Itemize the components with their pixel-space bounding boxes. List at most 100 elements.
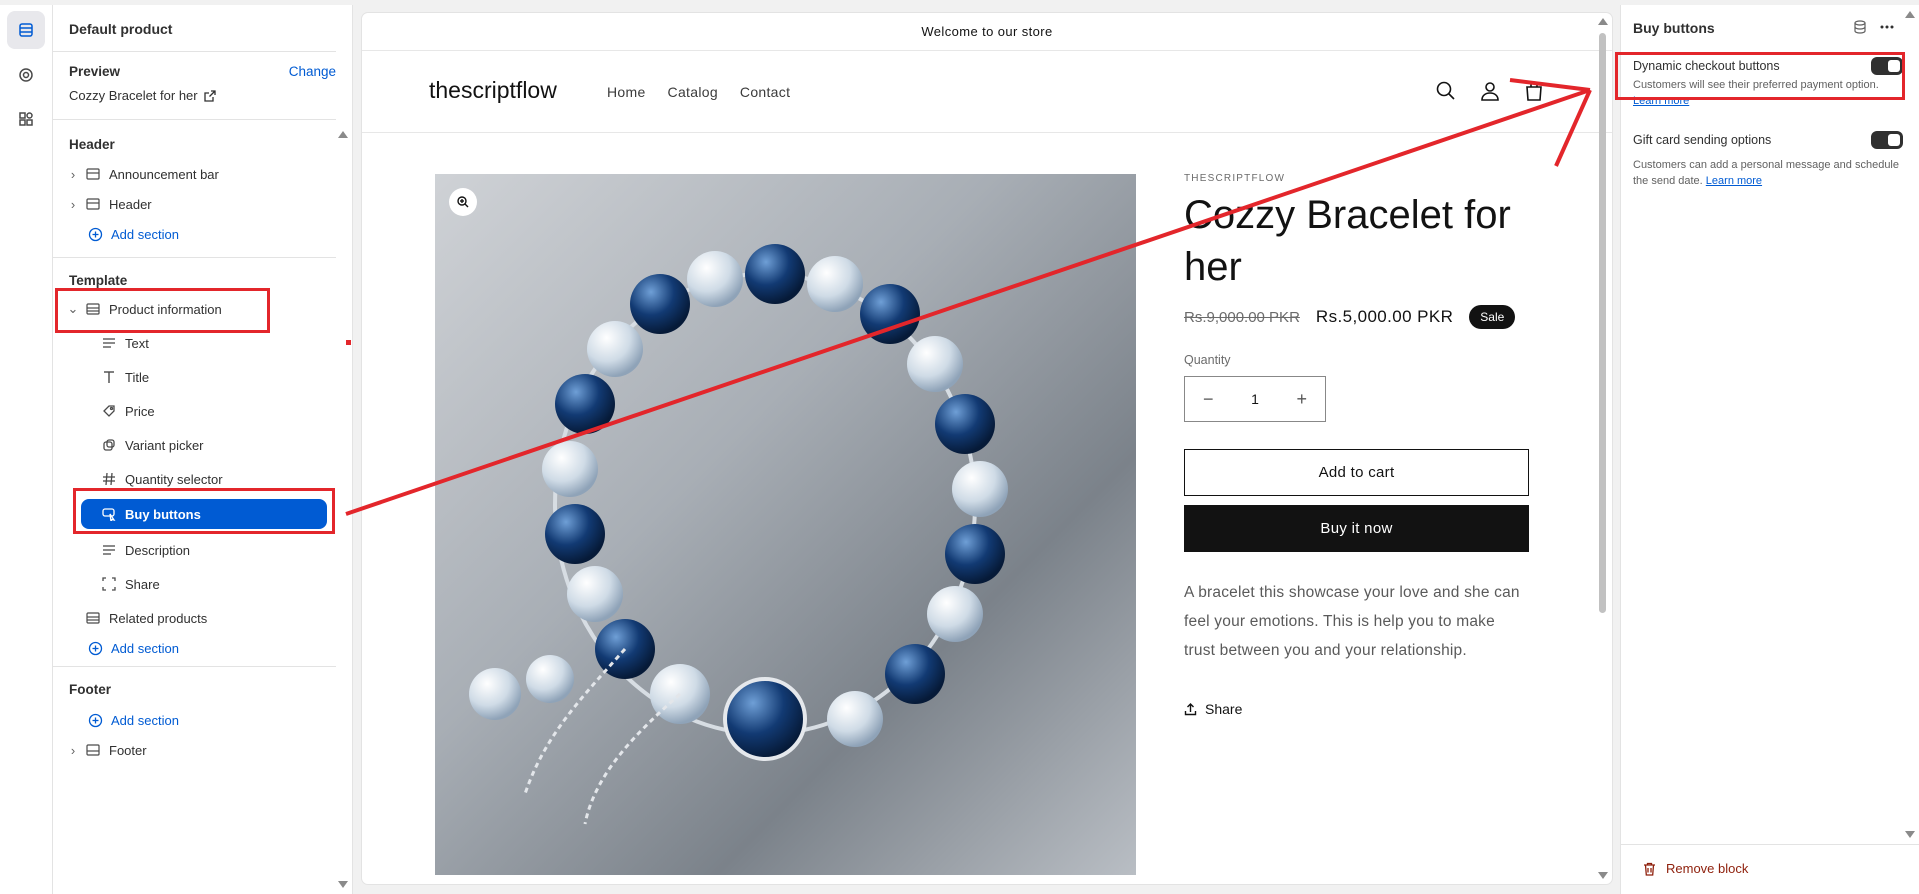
template-group-title: Template (69, 273, 128, 288)
settings-footer: Remove block (1621, 844, 1919, 894)
section-icon (85, 742, 101, 758)
preview-scroll-down[interactable] (1598, 872, 1608, 879)
preview-product[interactable]: Cozzy Bracelet for her (69, 88, 216, 103)
announcement-bar: Welcome to our store (362, 13, 1612, 51)
add-section-label: Add section (111, 640, 179, 656)
block-share[interactable]: Share (101, 569, 160, 599)
dynamic-checkout-toggle[interactable] (1871, 57, 1903, 75)
price-tag-icon (101, 403, 117, 419)
title-t-icon (101, 369, 117, 385)
price-row: Rs.9,000.00 PKR Rs.5,000.00 PKR Sale (1184, 305, 1516, 329)
sections-sidebar: Default product Preview Change Cozzy Bra… (53, 5, 353, 894)
block-label: Description (125, 542, 191, 558)
preview-product-name: Cozzy Bracelet for her (69, 88, 198, 103)
store-header: thescriptflow Home Catalog Contact (362, 51, 1612, 133)
block-settings-panel: Buy buttons Dynamic checkout buttons Cus… (1620, 5, 1919, 894)
section-product-information[interactable]: ⌄ Product information (67, 294, 222, 324)
add-section-header-button[interactable]: Add section (87, 219, 179, 249)
sidebar-scroll-down[interactable] (338, 881, 348, 888)
account-icon[interactable] (1478, 79, 1502, 103)
zoom-icon[interactable] (449, 188, 477, 216)
block-label: Quantity selector (125, 471, 223, 487)
remove-block-button[interactable]: Remove block (1643, 861, 1748, 876)
search-icon[interactable] (1434, 79, 1458, 103)
nav-contact[interactable]: Contact (740, 84, 790, 100)
add-section-template-button[interactable]: Add section (87, 633, 179, 663)
external-link-icon (203, 89, 216, 102)
change-preview-link[interactable]: Change (289, 64, 336, 79)
product-vendor: THESCRIPTFLOW (1184, 173, 1286, 184)
section-related-products[interactable]: Related products (85, 603, 207, 633)
more-options-icon[interactable] (1879, 20, 1895, 39)
add-section-label: Add section (111, 226, 179, 242)
add-section-label: Add section (111, 712, 179, 728)
preview-label: Preview (69, 64, 121, 79)
store-preview: Welcome to our store thescriptflow Home … (362, 13, 1612, 884)
settings-scroll-up[interactable] (1905, 11, 1915, 18)
compare-at-price: Rs.9,000.00 PKR (1184, 308, 1300, 326)
gift-card-learn-more[interactable]: Learn more (1706, 175, 1762, 187)
quantity-value[interactable]: 1 (1251, 391, 1259, 407)
settings-actions (1853, 20, 1895, 39)
chevron-right-icon[interactable]: › (67, 167, 79, 182)
add-to-cart-button[interactable]: Add to cart (1184, 449, 1529, 496)
block-text[interactable]: Text (101, 328, 341, 358)
divider (53, 257, 336, 258)
dynamic-checkout-help: Customers will see their preferred payme… (1633, 79, 1879, 91)
minus-icon[interactable]: − (1203, 389, 1214, 410)
header-group-title: Header (69, 137, 115, 152)
section-label: Product information (109, 301, 222, 317)
preview-scrollbar[interactable] (1599, 33, 1606, 613)
sidebar-scroll-up[interactable] (338, 131, 348, 138)
settings-gear-icon[interactable] (7, 56, 45, 94)
gift-card-toggle[interactable] (1871, 131, 1903, 149)
settings-title: Buy buttons (1633, 20, 1715, 36)
dynamic-checkout-learn-more[interactable]: Learn more (1633, 95, 1689, 107)
chevron-down-icon[interactable]: ⌄ (67, 301, 79, 317)
block-label: Variant picker (125, 437, 204, 453)
section-announcement-bar[interactable]: › Announcement bar (67, 159, 219, 189)
page-title: Default product (69, 21, 173, 37)
database-icon[interactable] (1853, 20, 1867, 39)
section-icon (85, 196, 101, 212)
block-title[interactable]: Title (101, 362, 149, 392)
gift-card-help-text: Customers can add a personal message and… (1633, 159, 1899, 187)
block-label: Title (125, 369, 150, 385)
plus-icon[interactable]: + (1296, 389, 1307, 410)
trash-icon (1644, 862, 1655, 876)
add-section-footer-button[interactable]: Add section (87, 705, 179, 735)
product-image[interactable] (435, 174, 1136, 875)
gift-card-help: Customers can add a personal message and… (1633, 157, 1903, 189)
annotation-dot (346, 340, 351, 345)
chevron-right-icon[interactable]: › (67, 197, 79, 212)
cart-icon[interactable] (1522, 79, 1546, 103)
apps-icon[interactable] (7, 100, 45, 138)
block-price[interactable]: Price (101, 396, 155, 426)
buy-now-button[interactable]: Buy it now (1184, 505, 1529, 552)
setting-gift-card: Gift card sending options Customers can … (1633, 131, 1903, 189)
divider (53, 51, 336, 52)
sale-badge: Sale (1469, 305, 1516, 329)
share-button[interactable]: Share (1184, 701, 1242, 717)
section-header[interactable]: › Header (67, 189, 152, 219)
quantity-stepper[interactable]: − 1 + (1184, 376, 1326, 422)
section-label: Footer (109, 742, 147, 758)
settings-scroll-down[interactable] (1905, 831, 1915, 838)
text-lines-icon (101, 542, 117, 558)
block-quantity-selector[interactable]: Quantity selector (101, 464, 223, 494)
section-footer[interactable]: › Footer (67, 735, 147, 765)
sections-icon[interactable] (7, 11, 45, 49)
preview-scroll-up[interactable] (1598, 18, 1608, 25)
store-logo[interactable]: thescriptflow (429, 77, 557, 104)
block-description[interactable]: Description (101, 535, 190, 565)
product-title: Cozzy Bracelet for her (1184, 193, 1511, 289)
nav-catalog[interactable]: Catalog (668, 84, 718, 100)
chevron-right-icon[interactable]: › (67, 743, 79, 758)
block-buy-buttons[interactable]: Buy buttons (81, 499, 327, 529)
dynamic-checkout-label: Dynamic checkout buttons (1633, 59, 1780, 73)
block-variant-picker[interactable]: Variant picker (101, 430, 204, 460)
share-icon (1184, 702, 1197, 715)
plus-circle-icon (87, 226, 103, 242)
block-label: Text (125, 335, 149, 351)
nav-home[interactable]: Home (607, 84, 646, 100)
